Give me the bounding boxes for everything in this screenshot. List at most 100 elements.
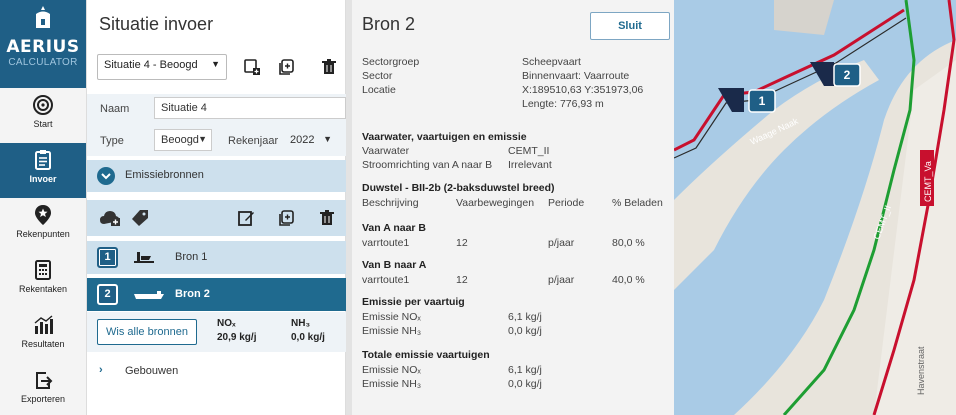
source-badge: 2 [97,284,118,305]
situatie-select[interactable]: Situatie 4 - Beoogd ▼ [97,54,227,80]
logo-subtitle: CALCULATOR [8,57,78,68]
nav-label: Exporteren [20,394,66,404]
row-description: varrtoute1 [362,274,410,286]
nav-item-rekenpunten[interactable]: Rekenpunten [0,198,86,253]
nav-label: Start [33,119,53,129]
tot-nox-value: 6,1 kg/j [508,364,542,376]
tot-nh3-value: 0,0 kg/j [508,378,542,390]
tot-nox-label: Emissie NOₓ [362,364,421,376]
per-nox-label: Emissie NOₓ [362,311,421,323]
source-toolbar [87,200,346,236]
situatie-select-value: Situatie 4 - Beoogd [104,59,198,71]
trash-icon[interactable] [318,209,336,227]
nh3-value: 0,0 kg/j [291,332,325,343]
aerius-logo: AERIUS CALCULATOR [0,0,86,88]
nh3-label: NH₃ [291,318,311,329]
row-periode: p/jaar [548,237,575,249]
source-detail-panel: Bron 2 Sluit Sectorgroep Scheepvaart Sec… [346,0,674,415]
close-button[interactable]: Sluit [590,12,670,40]
map-view[interactable]: CEMT_Va CEMT_II Waage Naak Havenstraat 1… [674,0,956,415]
nav-label: Resultaten [21,339,65,349]
map-pin-star-icon [35,205,51,225]
sectorgroep-label: Sectorgroep [362,56,420,68]
trash-icon[interactable] [320,58,338,76]
nox-total: NOₓ 20,9 kg/j [217,317,256,345]
vaarwater-label: Vaarwater [362,145,410,157]
sector-value: Binnenvaart: Vaarroute [522,70,630,82]
target-icon [33,95,53,115]
row-count: 12 [456,274,468,286]
sectorgroep-value: Scheepvaart [522,56,581,68]
rekenjaar-label: Rekenjaar [228,135,279,147]
row-beladen: 80,0 % [612,237,645,249]
rekenjaar-select[interactable]: 2022 ▼ [283,129,335,151]
locatie-label: Locatie [362,84,396,96]
chart-icon [34,315,53,334]
clear-sources-button[interactable]: Wis alle bronnen [97,319,197,345]
emissiebronnen-label: Emissiebronnen [125,169,204,181]
type-select[interactable]: Beoogd ▼ [154,129,212,151]
per-vaartuig-title: Emissie per vaartuig [362,296,465,308]
calculator-icon [35,260,51,280]
edit-icon[interactable] [237,209,255,227]
main-navigation: AERIUS CALCULATOR Start Invoer Rekenpunt… [0,0,87,415]
stroomrichting-value: Irrelevant [508,159,552,171]
new-situation-icon[interactable] [243,58,261,76]
sector-label: Sector [362,70,393,82]
nav-label: Rekenpunten [16,229,70,239]
chevron-down-icon: ▼ [323,134,332,144]
clipboard-icon [35,150,51,170]
chevron-down-circle-icon [97,167,115,185]
per-nox-value: 6,1 kg/j [508,311,542,323]
type-select-value: Beoogd [161,134,199,146]
nav-label: Rekentaken [18,284,68,294]
col-periode: Periode [548,197,585,209]
row-count: 12 [456,237,468,249]
locatie-value: X:189510,63 Y:351973,06 [522,84,644,96]
row-periode: p/jaar [548,274,575,286]
totale-emissie-title: Totale emissie vaartuigen [362,349,490,361]
naam-label: Naam [100,103,130,115]
stroomrichting-label: Stroomrichting van A naar B [362,159,493,171]
gebouwen-header[interactable]: › Gebouwen [87,356,346,386]
situatie-panel: Situatie invoer Situatie 4 - Beoogd ▼ Na… [87,0,346,415]
per-nh3-label: Emissie NH₃ [362,325,422,337]
source-badge: 1 [97,247,118,268]
source-label: Bron 1 [175,251,208,263]
detail-title: Bron 2 [362,14,416,34]
direction-title: Van A naar B [362,222,426,234]
type-label: Type [100,135,124,147]
copy-situation-icon[interactable] [277,58,295,76]
row-description: varrtoute1 [362,237,410,249]
chevron-down-icon: ▼ [198,134,207,144]
emissiebronnen-header[interactable]: Emissiebronnen [87,160,346,192]
cemt-va-label: CEMT_Va [923,161,933,202]
chevron-down-icon: ▼ [211,59,220,69]
nav-item-invoer[interactable]: Invoer [0,143,86,198]
nav-item-rekentaken[interactable]: Rekentaken [0,253,86,308]
havenstraat-label: Havenstraat [916,346,926,395]
ship-mooring-icon [134,252,154,263]
source-list-item[interactable]: 1 Bron 1 [87,241,346,274]
add-source-cloud-icon[interactable] [99,209,121,227]
marker-2-label: 2 [844,68,851,82]
marker-1-label: 1 [759,94,766,108]
inland-ship-icon [134,291,164,299]
situatie-properties: Naam Situatie 4 Type Beoogd ▼ Rekenjaar … [87,94,346,156]
aerius-logo-icon [36,6,50,28]
duwstel-title: Duwstel - BII-2b (2-baksduwstel breed) [362,182,555,194]
naam-field[interactable]: Situatie 4 [154,97,346,119]
nav-item-start[interactable]: Start [0,88,86,143]
logo-name: AERIUS [6,37,80,57]
harbor-area [774,0,834,35]
nav-item-resultaten[interactable]: Resultaten [0,308,86,363]
nav-item-exporteren[interactable]: Exporteren [0,363,86,415]
source-list-item-selected[interactable]: 2 Bron 2 [87,278,346,311]
section-title: Vaarwater, vaartuigen en emissie [362,131,527,143]
copy-source-icon[interactable] [277,209,295,227]
map-canvas[interactable]: CEMT_Va CEMT_II Waage Naak Havenstraat 1… [674,0,956,415]
tag-icon[interactable] [131,209,149,227]
lengte-value: Lengte: 776,93 m [522,98,604,110]
tot-nh3-label: Emissie NH₃ [362,378,422,390]
export-icon [36,372,53,389]
